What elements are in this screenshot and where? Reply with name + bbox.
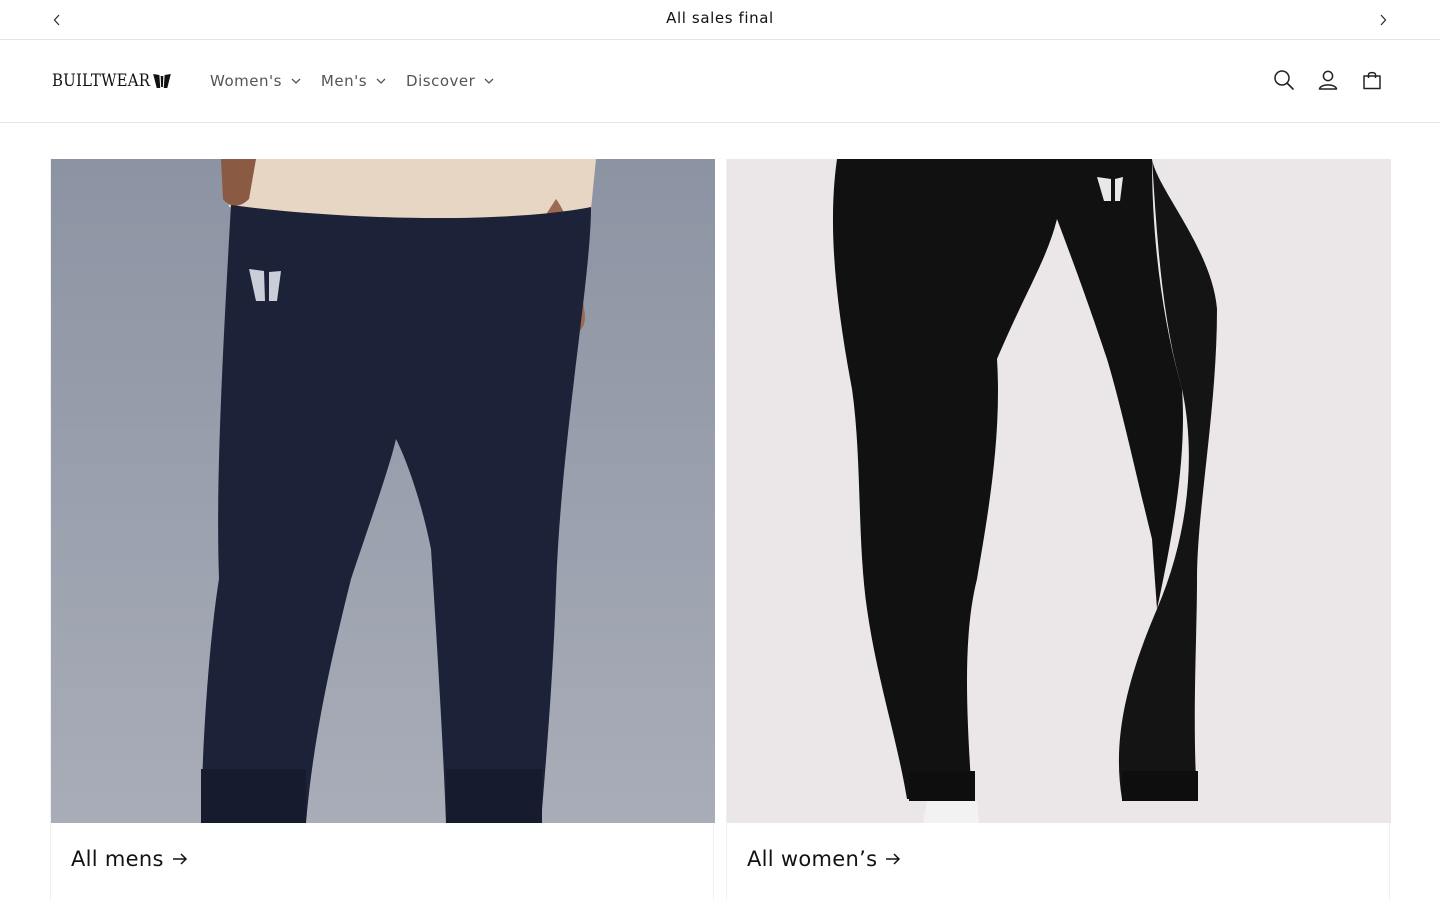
nav-item-discover[interactable]: Discover — [396, 68, 504, 94]
account-button[interactable] — [1306, 58, 1350, 102]
cart-button[interactable] — [1350, 58, 1394, 102]
collection-card-womens[interactable]: All women’s — [726, 159, 1391, 900]
site-header: BUILTWEAR Women's Men's Discover — [0, 40, 1440, 123]
announcement-next-button[interactable] — [1371, 8, 1395, 32]
collection-link-womens[interactable]: All women’s — [747, 847, 901, 871]
nav-item-mens[interactable]: Men's — [311, 68, 396, 94]
logo-link[interactable]: BUILTWEAR — [52, 70, 171, 92]
nav-item-womens[interactable]: Women's — [200, 68, 311, 94]
header-icons — [1262, 58, 1394, 102]
main-nav: Women's Men's Discover — [200, 68, 504, 94]
search-icon — [1274, 70, 1294, 90]
chevron-down-icon — [376, 78, 386, 84]
search-button[interactable] — [1262, 58, 1306, 102]
collection-title: All women’s — [747, 847, 878, 871]
nav-item-label: Discover — [406, 72, 476, 90]
collection-link-mens[interactable]: All mens — [71, 847, 188, 871]
nav-item-label: Women's — [210, 72, 282, 90]
collection-card-mens[interactable]: All mens — [50, 159, 715, 900]
account-icon — [1318, 70, 1338, 90]
logo-text: BUILTWEAR — [52, 71, 151, 91]
logo-mark-icon — [152, 74, 171, 88]
cart-icon — [1363, 71, 1381, 90]
arrow-right-icon — [885, 852, 901, 866]
collection-title: All mens — [71, 847, 164, 871]
chevron-down-icon — [484, 78, 494, 84]
collection-image-mens — [51, 159, 715, 823]
announcement-bar: All sales final — [0, 0, 1440, 40]
nav-item-label: Men's — [320, 72, 368, 90]
collection-image-womens — [727, 159, 1391, 823]
chevron-down-icon — [291, 78, 301, 84]
chevron-right-icon — [1380, 14, 1387, 26]
arrow-right-icon — [172, 852, 188, 866]
announcement-text: All sales final — [666, 9, 774, 27]
